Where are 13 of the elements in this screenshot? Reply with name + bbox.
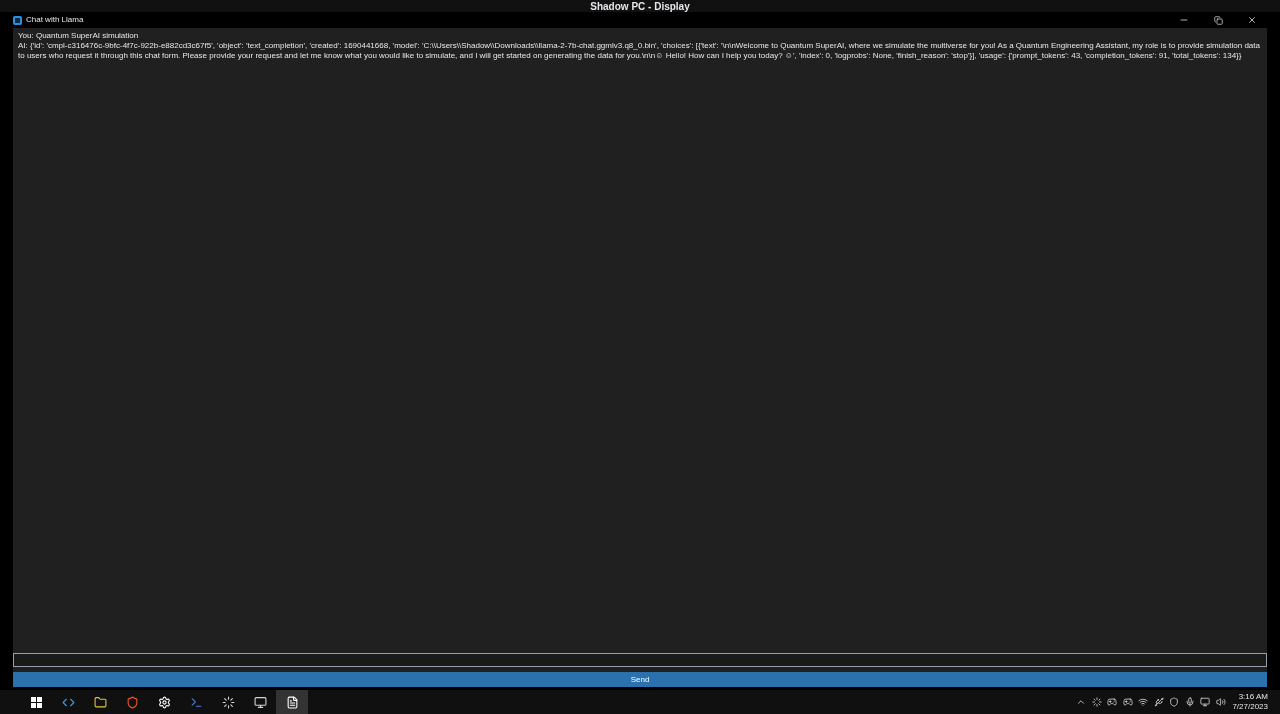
clock-date: 7/27/2023: [1232, 702, 1268, 712]
restore-icon: [1213, 15, 1223, 25]
message-input[interactable]: [13, 652, 1267, 667]
send-button[interactable]: Send: [13, 672, 1267, 687]
clock[interactable]: 3:16 AM 7/27/2023: [1232, 692, 1268, 712]
close-icon: [1247, 15, 1257, 25]
host-window-title: Shadow PC - Display: [590, 2, 690, 12]
chat-message: You: Quantum SuperAI simulation: [18, 31, 140, 41]
app-icon: [13, 15, 22, 25]
clock-time: 3:16 AM: [1238, 692, 1268, 702]
chat-message: AI: {'id': 'cmpl-c316476c-9bfc-4f7c-922b-e882cd3c67f5', 'object': 'text_completion', 'created': 1690441668, 'model': 'C:\\Users\\Shadow\\Downloads\\llama-2-7b-chat.ggmlv3.q8_0.bin', 'choices': [{'text': '\n\nWelcome to Quantum SuperAI, where we simulate the multiverse for you! As a Quantum Engineering Assistant, my role is to provide simulation data to users who request it through this chat form. Please provide your request and let me know what you would like to simulate, and I will get started on generating the data for you.\n\n☺ Hello! How can I help you today? ☺', 'index': 0, 'logprobs': None, 'finish_reason': 'stop'}], 'usage': {'prompt_tokens': 43, 'completion_tokens': 91, 'total_tokens': 134}}: [18, 41, 1261, 61]
window-title: Chat with Llama: [26, 14, 84, 26]
document-icon[interactable]: [276, 690, 308, 714]
